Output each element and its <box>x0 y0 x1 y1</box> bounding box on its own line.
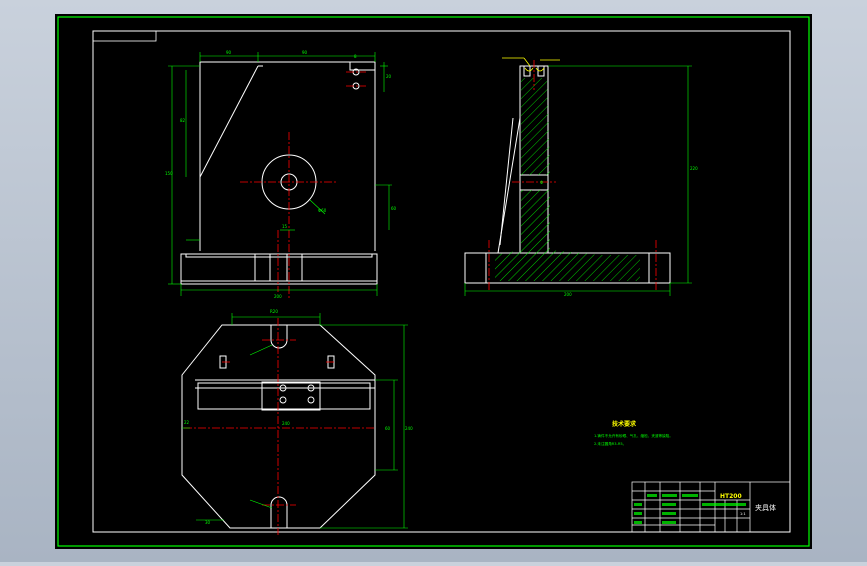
scale-label: 1:1 <box>740 512 746 516</box>
svg-text:15: 15 <box>282 224 288 229</box>
drawing-sheet <box>55 14 812 549</box>
material-label: HT200 <box>720 493 742 500</box>
cad-drawing: 90 90 8 150 82 200 20 60 15 Φ60 220 200 … <box>55 14 812 549</box>
svg-text:60: 60 <box>391 206 397 211</box>
svg-text:220: 220 <box>690 166 698 171</box>
cad-viewport[interactable]: 90 90 8 150 82 200 20 60 15 Φ60 220 200 … <box>0 0 867 562</box>
svg-text:Φ: Φ <box>540 180 543 185</box>
svg-text:22: 22 <box>184 420 190 425</box>
svg-text:200: 200 <box>274 294 282 299</box>
svg-text:60: 60 <box>385 426 391 431</box>
svg-text:Φ60: Φ60 <box>318 208 327 213</box>
svg-text:82: 82 <box>180 118 186 123</box>
part-name-label: 夹具体 <box>755 503 776 512</box>
svg-text:20: 20 <box>386 74 392 79</box>
svg-text:90: 90 <box>302 50 308 55</box>
svg-text:90: 90 <box>226 50 232 55</box>
svg-text:240: 240 <box>405 426 413 431</box>
svg-text:240: 240 <box>282 421 290 426</box>
notes-line-2: 2.未注圆角R3-R5。 <box>594 441 626 446</box>
notes-title: 技术要求 <box>612 420 637 428</box>
svg-text:200: 200 <box>564 292 572 297</box>
svg-text:R20: R20 <box>270 309 278 314</box>
notes-line-1: 1.铸件不允许有砂眼、气孔、缩松、夹渣等缺陷。 <box>594 433 673 438</box>
svg-text:30: 30 <box>205 520 211 525</box>
svg-text:150: 150 <box>165 171 173 176</box>
